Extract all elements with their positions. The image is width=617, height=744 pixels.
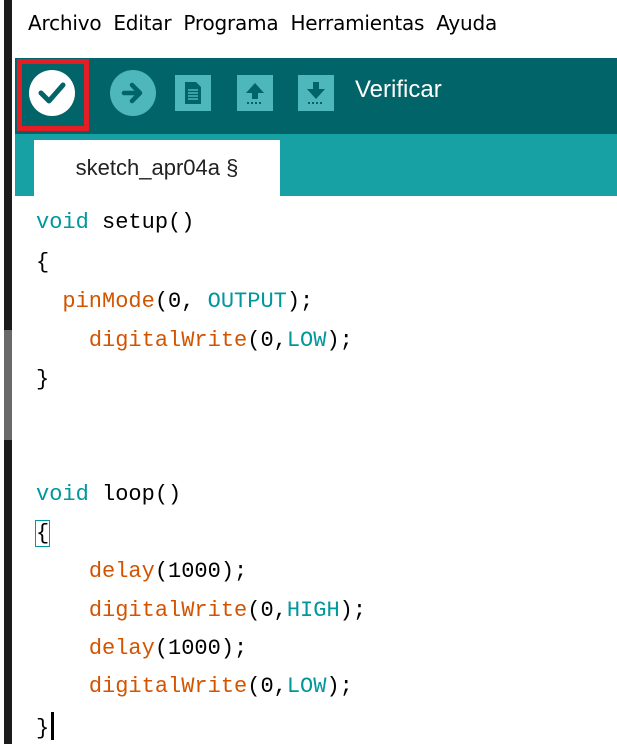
code-line-11: digitalWrite(0,LOW); — [88, 674, 353, 699]
verify-button[interactable] — [29, 70, 75, 116]
tab-bar: sketch_apr04a § — [15, 134, 617, 196]
save-button[interactable] — [298, 75, 334, 111]
code-line-1: void setup() — [36, 210, 195, 235]
code-editor[interactable]: void setup() { pinMode(0, OUTPUT); digit… — [15, 196, 617, 744]
code-line-3: pinMode(0, OUTPUT); — [62, 289, 314, 314]
menu-ayuda[interactable]: Ayuda — [436, 11, 497, 35]
menu-herramientas[interactable]: Herramientas — [290, 11, 424, 35]
checkmark-icon — [38, 82, 66, 104]
menu-editar[interactable]: Editar — [113, 11, 171, 35]
upload-button[interactable] — [110, 70, 156, 116]
text-caret — [51, 712, 55, 740]
code-line-6: void loop() — [36, 482, 182, 507]
menu-programa[interactable]: Programa — [183, 11, 278, 35]
window-left-edge — [0, 0, 15, 744]
tab-sketch[interactable]: sketch_apr04a § — [34, 140, 280, 196]
new-sketch-button[interactable] — [175, 75, 211, 111]
code-line-8: delay(1000); — [88, 559, 248, 584]
open-button[interactable] — [237, 75, 273, 111]
code-line-9: digitalWrite(0,HIGH); — [88, 598, 367, 623]
menu-archivo[interactable]: Archivo — [28, 11, 102, 35]
menu-bar: Archivo Editar Programa Herramientas Ayu… — [15, 0, 617, 46]
arrow-up-icon — [246, 83, 264, 104]
code-line-7: { — [34, 520, 51, 547]
arrow-down-icon — [307, 82, 325, 104]
toolbar-tooltip: Verificar — [355, 76, 442, 103]
code-line-2: { — [36, 250, 50, 275]
code-line-4: digitalWrite(0,LOW); — [88, 328, 353, 353]
code-line-5: } — [36, 367, 50, 392]
matched-brace: { — [34, 520, 51, 547]
code-line-10: delay(1000); — [88, 636, 248, 661]
code-line-12: } — [36, 712, 55, 741]
arrow-right-icon — [121, 82, 143, 104]
new-file-icon — [185, 82, 201, 104]
toolbar: Verificar — [15, 58, 617, 134]
